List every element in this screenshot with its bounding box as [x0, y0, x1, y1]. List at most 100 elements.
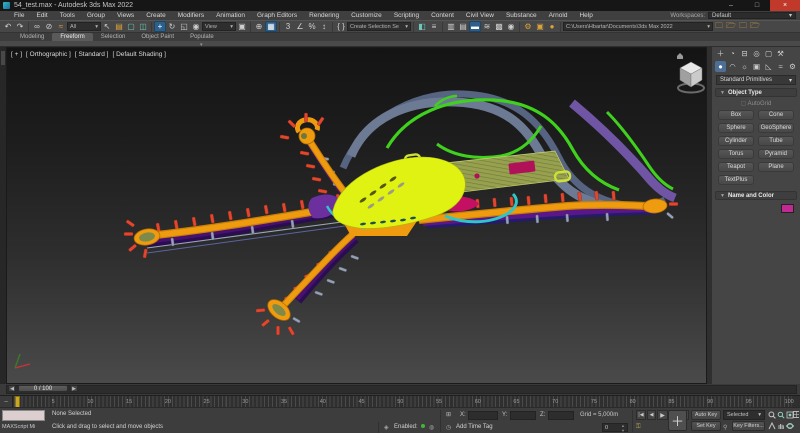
- ribbon-tab-selection[interactable]: Selection: [93, 33, 134, 41]
- menu-animation[interactable]: Animation: [210, 12, 251, 19]
- angle-snap-icon[interactable]: ∠: [294, 21, 306, 32]
- menu-rendering[interactable]: Rendering: [303, 12, 345, 19]
- auto-key-button[interactable]: Auto Key: [691, 410, 721, 420]
- spinner-snap-icon[interactable]: ↕: [318, 21, 330, 32]
- current-frame-field[interactable]: 0 ▲ ▼: [602, 423, 628, 433]
- modify-tab-icon[interactable]: ◔: [727, 48, 738, 59]
- material-editor-icon[interactable]: ◉: [505, 21, 517, 32]
- set-key-button[interactable]: Set Key: [691, 421, 721, 431]
- ribbon-tab-populate[interactable]: Populate: [182, 33, 222, 41]
- bind-to-space-warp-icon[interactable]: ≈: [55, 21, 67, 32]
- select-and-move-icon[interactable]: +: [154, 21, 166, 32]
- object-type-rollout[interactable]: ▼ Object Type: [715, 88, 797, 97]
- create-tab-icon[interactable]: ＋: [715, 48, 726, 59]
- animation-toggle-icon[interactable]: ◈: [384, 424, 389, 431]
- textplus-button[interactable]: TextPlus: [718, 175, 754, 185]
- next-frame-arrow[interactable]: ▶: [70, 385, 78, 392]
- layer-explorer-toggle-icon[interactable]: ▤: [457, 21, 469, 32]
- cone-button[interactable]: Cone: [758, 110, 794, 120]
- ribbon-tab-modeling[interactable]: Modeling: [12, 33, 52, 41]
- menu-modifiers[interactable]: Modifiers: [172, 12, 210, 19]
- play-button[interactable]: ▶: [657, 410, 668, 420]
- ribbon-tab-freeform[interactable]: Freeform: [52, 33, 93, 41]
- maxscript-mini-listener[interactable]: [2, 410, 45, 421]
- selection-filter-dropdown[interactable]: All ▾: [67, 22, 101, 31]
- menu-file[interactable]: File: [8, 12, 30, 19]
- plane-button[interactable]: Plane: [758, 162, 794, 172]
- viewport-menu-standard[interactable]: [ Standard ]: [75, 51, 109, 58]
- select-object-icon[interactable]: ↖: [101, 21, 113, 32]
- time-slider-handle[interactable]: 0 / 100: [18, 385, 68, 392]
- align-icon[interactable]: ≡: [428, 21, 440, 32]
- menu-tools[interactable]: Tools: [54, 12, 81, 19]
- autogrid-checkbox[interactable]: ▢ AutoGrid: [712, 100, 800, 107]
- display-tab-icon[interactable]: ▢: [763, 48, 774, 59]
- minimize-button[interactable]: –: [718, 0, 744, 11]
- import-file-icon[interactable]: 🗁: [749, 21, 761, 32]
- coord-x-field[interactable]: [468, 411, 498, 420]
- scene-explorer-toggle-icon[interactable]: ▥: [445, 21, 457, 32]
- open-file-icon[interactable]: 🗁: [725, 21, 737, 32]
- close-button[interactable]: ×: [770, 0, 800, 11]
- time-slider-track[interactable]: [6, 385, 797, 394]
- sphere-button[interactable]: Sphere: [718, 123, 754, 133]
- select-and-rotate-icon[interactable]: ↻: [166, 21, 178, 32]
- geosphere-button[interactable]: GeoSphere: [758, 123, 794, 133]
- keyboard-shortcut-override-icon[interactable]: ▦: [265, 21, 277, 32]
- rectangular-selection-region-icon[interactable]: ▢: [125, 21, 137, 32]
- ribbon-toggle-icon[interactable]: ▬: [469, 21, 481, 32]
- pan-view-icon[interactable]: [777, 421, 785, 430]
- systems-category-icon[interactable]: ⚙: [787, 61, 798, 72]
- viewcube-home-icon[interactable]: [677, 53, 683, 59]
- select-and-manipulate-icon[interactable]: ⊕: [253, 21, 265, 32]
- geometry-category-dropdown[interactable]: Standard Primitives ▾: [716, 75, 796, 85]
- save-file-icon[interactable]: 🗀: [737, 21, 749, 32]
- undo-icon[interactable]: ↶: [2, 21, 14, 32]
- viewport-menu-shading[interactable]: [ Default Shading ]: [112, 51, 165, 58]
- box-button[interactable]: Box: [718, 110, 754, 120]
- maximize-viewport-toggle-icon[interactable]: [793, 410, 799, 419]
- named-selection-sets-icon[interactable]: { }: [335, 21, 347, 32]
- mirror-icon[interactable]: ◧: [416, 21, 428, 32]
- spacewarps-category-icon[interactable]: ≈: [775, 61, 786, 72]
- shapes-category-icon[interactable]: ◠: [727, 61, 738, 72]
- menu-group[interactable]: Group: [81, 12, 111, 19]
- select-and-scale-icon[interactable]: ◱: [178, 21, 190, 32]
- reference-coordinate-dropdown[interactable]: View ▾: [202, 22, 236, 31]
- window-crossing-icon[interactable]: ◫: [137, 21, 149, 32]
- track-bar[interactable]: ~ 0510 152025 303540 455055 606570 75808…: [0, 395, 800, 408]
- cameras-category-icon[interactable]: ▣: [751, 61, 762, 72]
- zoom-all-icon[interactable]: [777, 410, 785, 419]
- key-mode-toggle-icon[interactable]: ⚿: [636, 424, 641, 431]
- named-selection-set-field[interactable]: Create Selection Se ▾: [347, 22, 411, 31]
- viewport-menu-pov[interactable]: [ Orthographic ]: [26, 51, 71, 58]
- go-to-start-button[interactable]: |◀: [636, 410, 646, 420]
- project-folder-icon[interactable]: 🗀: [713, 21, 725, 32]
- menu-civil-view[interactable]: Civil View: [460, 12, 500, 19]
- add-time-tag[interactable]: Add Time Tag: [456, 424, 493, 430]
- set-keys-button[interactable]: ＋: [668, 410, 687, 431]
- menu-graph-editors[interactable]: Graph Editors: [251, 12, 303, 19]
- maximize-button[interactable]: □: [744, 0, 770, 11]
- orbit-icon[interactable]: [786, 421, 794, 430]
- redo-icon[interactable]: ↷: [14, 21, 26, 32]
- helpers-category-icon[interactable]: ◺: [763, 61, 774, 72]
- object-color-swatch[interactable]: [781, 204, 794, 213]
- previous-key-button[interactable]: ◀: [647, 410, 656, 420]
- viewcube[interactable]: [677, 53, 705, 94]
- coord-y-field[interactable]: [510, 411, 536, 420]
- ribbon-tab-object-paint[interactable]: Object Paint: [133, 33, 182, 41]
- viewport-menu-general[interactable]: [ + ]: [11, 51, 22, 58]
- key-filters-target-dropdown[interactable]: Selected ▾: [723, 410, 765, 420]
- menu-scripting[interactable]: Scripting: [388, 12, 425, 19]
- workspace-dropdown[interactable]: Default ▾: [708, 12, 796, 19]
- transform-type-in-icon[interactable]: ⊞: [446, 411, 451, 418]
- torus-button[interactable]: Torus: [718, 149, 754, 159]
- menu-create[interactable]: Create: [140, 12, 172, 19]
- viewport[interactable]: [ + ] [ Orthographic ] [ Standard ] [ De…: [6, 47, 707, 384]
- select-by-name-icon[interactable]: ▤: [113, 21, 125, 32]
- menu-help[interactable]: Help: [573, 12, 598, 19]
- hierarchy-tab-icon[interactable]: ⊟: [739, 48, 750, 59]
- filters-icon[interactable]: ⚲: [723, 424, 727, 431]
- previous-frame-arrow[interactable]: ◀: [8, 385, 16, 392]
